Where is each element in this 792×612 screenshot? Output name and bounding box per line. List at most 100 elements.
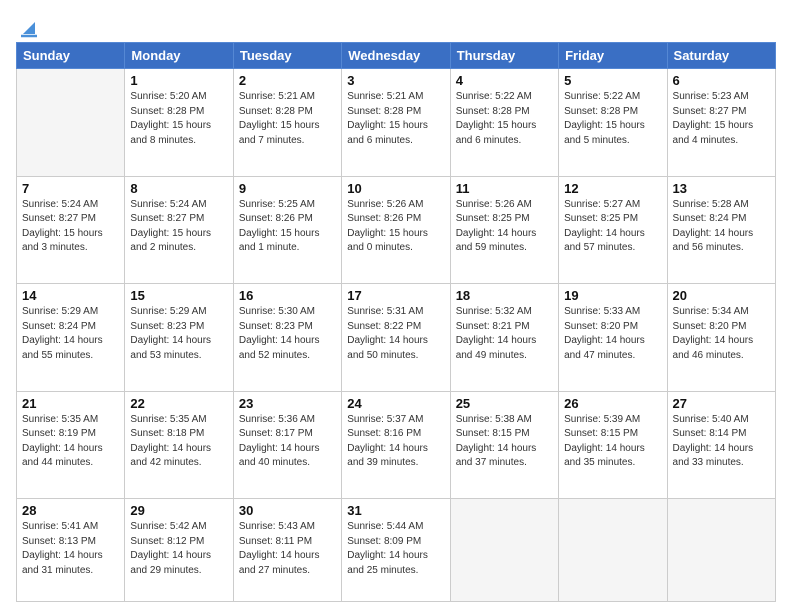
weekday-header-friday: Friday [559, 43, 667, 69]
logo-icon [17, 16, 39, 38]
day-info: Sunrise: 5:29 AM Sunset: 8:24 PM Dayligh… [22, 305, 119, 363]
day-number: 25 [456, 396, 553, 411]
day-info: Sunrise: 5:29 AM Sunset: 8:23 PM Dayligh… [130, 305, 227, 363]
calendar-cell [17, 69, 125, 177]
day-info: Sunrise: 5:34 AM Sunset: 8:20 PM Dayligh… [673, 305, 770, 363]
day-info: Sunrise: 5:23 AM Sunset: 8:27 PM Dayligh… [673, 90, 770, 148]
calendar-cell: 10 Sunrise: 5:26 AM Sunset: 8:26 PM Dayli… [342, 176, 450, 284]
weekday-header-sunday: Sunday [17, 43, 125, 69]
weekday-header-thursday: Thursday [450, 43, 558, 69]
calendar-cell: 18Sunrise: 5:32 AM Sunset: 8:21 PM Dayli… [450, 284, 558, 392]
day-info: Sunrise: 5:40 AM Sunset: 8:14 PM Dayligh… [673, 413, 770, 471]
day-number: 11 [456, 181, 553, 196]
day-info: Sunrise: 5:20 AM Sunset: 8:28 PM Dayligh… [130, 90, 227, 148]
calendar-cell [559, 499, 667, 602]
calendar-cell: 20 Sunrise: 5:34 AM Sunset: 8:20 PM Dayli… [667, 284, 775, 392]
day-info: Sunrise: 5:30 AM Sunset: 8:23 PM Dayligh… [239, 305, 336, 363]
day-info: Sunrise: 5:39 AM Sunset: 8:15 PM Dayligh… [564, 413, 661, 471]
calendar-cell: 13Sunrise: 5:28 AM Sunset: 8:24 PM Dayli… [667, 176, 775, 284]
day-number: 21 [22, 396, 119, 411]
week-row-4: 21 Sunrise: 5:35 AM Sunset: 8:19 PM Dayli… [17, 391, 776, 499]
calendar-cell: 9 Sunrise: 5:25 AM Sunset: 8:26 PM Daylig… [233, 176, 341, 284]
calendar-cell: 6 Sunrise: 5:23 AM Sunset: 8:27 PM Daylig… [667, 69, 775, 177]
day-number: 5 [564, 73, 661, 88]
day-info: Sunrise: 5:33 AM Sunset: 8:20 PM Dayligh… [564, 305, 661, 363]
calendar-cell: 31 Sunrise: 5:44 AM Sunset: 8:09 PM Dayli… [342, 499, 450, 602]
calendar-cell: 14 Sunrise: 5:29 AM Sunset: 8:24 PM Dayli… [17, 284, 125, 392]
calendar-cell [450, 499, 558, 602]
day-info: Sunrise: 5:41 AM Sunset: 8:13 PM Dayligh… [22, 520, 119, 578]
day-number: 16 [239, 288, 336, 303]
calendar-cell: 22 Sunrise: 5:35 AM Sunset: 8:18 PM Dayli… [125, 391, 233, 499]
calendar-cell: 1 Sunrise: 5:20 AM Sunset: 8:28 PM Daylig… [125, 69, 233, 177]
day-info: Sunrise: 5:27 AM Sunset: 8:25 PM Dayligh… [564, 198, 661, 256]
calendar-cell: 19 Sunrise: 5:33 AM Sunset: 8:20 PM Dayli… [559, 284, 667, 392]
day-number: 1 [130, 73, 227, 88]
page: SundayMondayTuesdayWednesdayThursdayFrid… [0, 0, 792, 612]
day-number: 13 [673, 181, 770, 196]
calendar-table: SundayMondayTuesdayWednesdayThursdayFrid… [16, 42, 776, 602]
calendar-cell: 11Sunrise: 5:26 AM Sunset: 8:25 PM Dayli… [450, 176, 558, 284]
day-info: Sunrise: 5:44 AM Sunset: 8:09 PM Dayligh… [347, 520, 444, 578]
day-number: 18 [456, 288, 553, 303]
day-number: 24 [347, 396, 444, 411]
day-number: 27 [673, 396, 770, 411]
day-number: 14 [22, 288, 119, 303]
day-info: Sunrise: 5:36 AM Sunset: 8:17 PM Dayligh… [239, 413, 336, 471]
weekday-header-tuesday: Tuesday [233, 43, 341, 69]
day-number: 28 [22, 503, 119, 518]
calendar-cell: 4Sunrise: 5:22 AM Sunset: 8:28 PM Daylig… [450, 69, 558, 177]
calendar-cell: 5 Sunrise: 5:22 AM Sunset: 8:28 PM Daylig… [559, 69, 667, 177]
day-number: 23 [239, 396, 336, 411]
day-info: Sunrise: 5:35 AM Sunset: 8:19 PM Dayligh… [22, 413, 119, 471]
calendar-cell: 2 Sunrise: 5:21 AM Sunset: 8:28 PM Daylig… [233, 69, 341, 177]
weekday-header-monday: Monday [125, 43, 233, 69]
day-number: 22 [130, 396, 227, 411]
day-info: Sunrise: 5:31 AM Sunset: 8:22 PM Dayligh… [347, 305, 444, 363]
day-number: 29 [130, 503, 227, 518]
day-number: 2 [239, 73, 336, 88]
day-info: Sunrise: 5:26 AM Sunset: 8:26 PM Dayligh… [347, 198, 444, 256]
day-number: 8 [130, 181, 227, 196]
day-info: Sunrise: 5:24 AM Sunset: 8:27 PM Dayligh… [22, 198, 119, 256]
calendar-cell: 23 Sunrise: 5:36 AM Sunset: 8:17 PM Dayli… [233, 391, 341, 499]
day-number: 7 [22, 181, 119, 196]
calendar-cell: 29 Sunrise: 5:42 AM Sunset: 8:12 PM Dayli… [125, 499, 233, 602]
day-info: Sunrise: 5:22 AM Sunset: 8:28 PM Dayligh… [564, 90, 661, 148]
day-info: Sunrise: 5:42 AM Sunset: 8:12 PM Dayligh… [130, 520, 227, 578]
day-number: 10 [347, 181, 444, 196]
calendar-cell: 27 Sunrise: 5:40 AM Sunset: 8:14 PM Dayli… [667, 391, 775, 499]
day-info: Sunrise: 5:35 AM Sunset: 8:18 PM Dayligh… [130, 413, 227, 471]
calendar-cell: 28 Sunrise: 5:41 AM Sunset: 8:13 PM Dayli… [17, 499, 125, 602]
day-number: 6 [673, 73, 770, 88]
day-info: Sunrise: 5:25 AM Sunset: 8:26 PM Dayligh… [239, 198, 336, 256]
calendar-cell: 16 Sunrise: 5:30 AM Sunset: 8:23 PM Dayli… [233, 284, 341, 392]
day-info: Sunrise: 5:24 AM Sunset: 8:27 PM Dayligh… [130, 198, 227, 256]
weekday-header-wednesday: Wednesday [342, 43, 450, 69]
calendar-cell: 15Sunrise: 5:29 AM Sunset: 8:23 PM Dayli… [125, 284, 233, 392]
day-number: 31 [347, 503, 444, 518]
day-number: 19 [564, 288, 661, 303]
day-number: 26 [564, 396, 661, 411]
calendar-cell: 30 Sunrise: 5:43 AM Sunset: 8:11 PM Dayli… [233, 499, 341, 602]
calendar-cell: 24 Sunrise: 5:37 AM Sunset: 8:16 PM Dayli… [342, 391, 450, 499]
weekday-header-saturday: Saturday [667, 43, 775, 69]
week-row-3: 14 Sunrise: 5:29 AM Sunset: 8:24 PM Dayli… [17, 284, 776, 392]
day-number: 30 [239, 503, 336, 518]
day-number: 4 [456, 73, 553, 88]
calendar-cell [667, 499, 775, 602]
day-number: 17 [347, 288, 444, 303]
calendar-cell: 12 Sunrise: 5:27 AM Sunset: 8:25 PM Dayli… [559, 176, 667, 284]
calendar-cell: 25Sunrise: 5:38 AM Sunset: 8:15 PM Dayli… [450, 391, 558, 499]
calendar-cell: 3Sunrise: 5:21 AM Sunset: 8:28 PM Daylig… [342, 69, 450, 177]
day-info: Sunrise: 5:37 AM Sunset: 8:16 PM Dayligh… [347, 413, 444, 471]
day-number: 9 [239, 181, 336, 196]
day-info: Sunrise: 5:21 AM Sunset: 8:28 PM Dayligh… [239, 90, 336, 148]
calendar-cell: 7 Sunrise: 5:24 AM Sunset: 8:27 PM Daylig… [17, 176, 125, 284]
week-row-5: 28 Sunrise: 5:41 AM Sunset: 8:13 PM Dayli… [17, 499, 776, 602]
day-number: 20 [673, 288, 770, 303]
day-info: Sunrise: 5:21 AM Sunset: 8:28 PM Dayligh… [347, 90, 444, 148]
week-row-1: 1 Sunrise: 5:20 AM Sunset: 8:28 PM Daylig… [17, 69, 776, 177]
day-info: Sunrise: 5:43 AM Sunset: 8:11 PM Dayligh… [239, 520, 336, 578]
day-number: 12 [564, 181, 661, 196]
